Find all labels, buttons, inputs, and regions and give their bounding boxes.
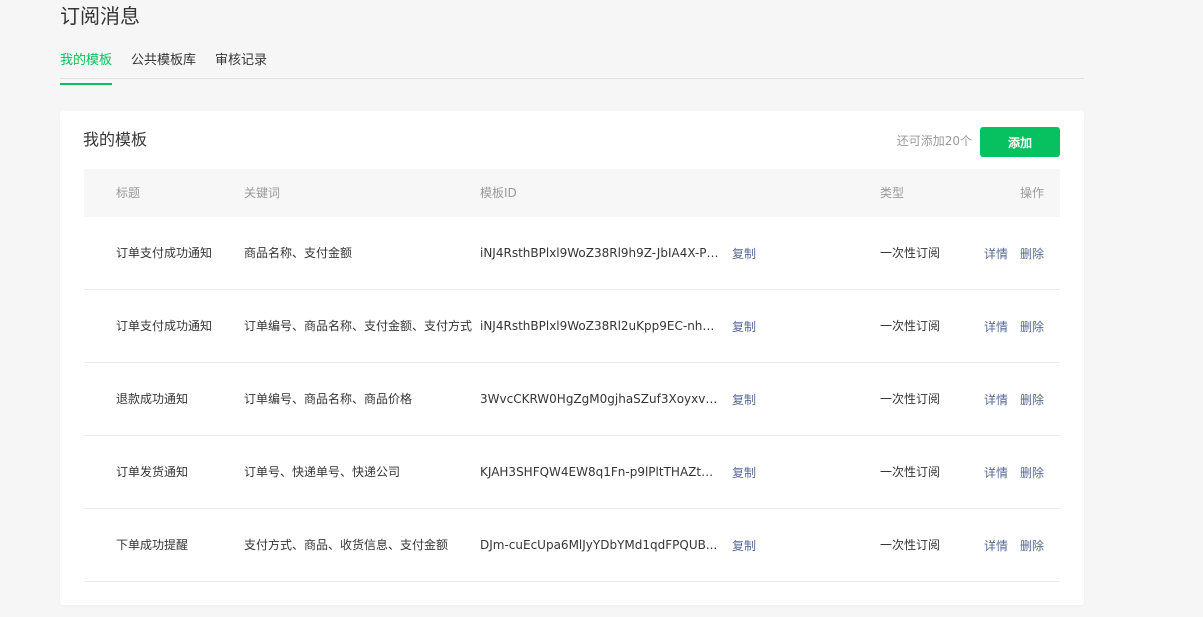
delete-link[interactable]: 删除 [1020,364,1044,436]
row-type: 一次性订阅 [880,319,941,333]
row-template-id: 3WvcCKRW0HgZgM0gjhaSZuf3XoyxvpJ... [480,392,720,406]
delete-link[interactable]: 删除 [1020,291,1044,363]
add-button[interactable]: 添加 [980,127,1060,157]
row-type: 一次性订阅 [880,538,941,552]
copy-link[interactable]: 复制 [732,510,756,582]
row-title: 下单成功提醒 [116,538,189,552]
table-row: 下单成功提醒 支付方式、商品、收货信息、支付金额 DJm-cuEcUpa6MlJ… [84,509,1060,582]
row-type: 一次性订阅 [880,246,941,260]
tab-bar: 我的模板 公共模板库 审核记录 [60,50,1084,85]
detail-link[interactable]: 详情 [984,510,1008,582]
header-actions: 操作 [1020,186,1045,200]
row-title: 退款成功通知 [116,392,189,406]
row-keywords: 订单编号、商品名称、商品价格 [244,392,413,406]
templates-table: 标题 关键词 模板ID 类型 操作 订单支付成功通知 商品名称、支付金额 iNJ… [84,169,1060,582]
row-template-id: KJAH3SHFQW4EW8q1Fn-p9lPltTHAZtE... [480,465,720,479]
table-row: 退款成功通知 订单编号、商品名称、商品价格 3WvcCKRW0HgZgM0gjh… [84,363,1060,436]
copy-link[interactable]: 复制 [732,364,756,436]
page-title: 订阅消息 [60,4,140,28]
table-row: 订单支付成功通知 订单编号、商品名称、支付金额、支付方式 iNJ4RsthBPl… [84,290,1060,363]
copy-link[interactable]: 复制 [732,218,756,290]
header-type: 类型 [880,186,905,200]
row-type: 一次性订阅 [880,392,941,406]
row-title: 订单发货通知 [116,465,189,479]
detail-link[interactable]: 详情 [984,218,1008,290]
detail-link[interactable]: 详情 [984,291,1008,363]
row-keywords: 支付方式、商品、收货信息、支付金额 [244,538,449,552]
table-row: 订单发货通知 订单号、快递单号、快递公司 KJAH3SHFQW4EW8q1Fn-… [84,436,1060,509]
detail-link[interactable]: 详情 [984,437,1008,509]
row-title: 订单支付成功通知 [116,246,213,260]
delete-link[interactable]: 删除 [1020,437,1044,509]
row-keywords: 订单编号、商品名称、支付金额、支付方式 [244,319,473,333]
delete-link[interactable]: 删除 [1020,510,1044,582]
header-template-id: 模板ID [480,186,517,200]
row-type: 一次性订阅 [880,465,941,479]
row-keywords: 商品名称、支付金额 [244,246,353,260]
row-template-id: iNJ4RsthBPlxl9WoZ38Rl2uKpp9EC-nhz3... [480,319,720,333]
card-title: 我的模板 [83,130,148,149]
copy-link[interactable]: 复制 [732,437,756,509]
header-title: 标题 [116,186,141,200]
delete-link[interactable]: 删除 [1020,218,1044,290]
table-row: 订单支付成功通知 商品名称、支付金额 iNJ4RsthBPlxl9WoZ38Rl… [84,217,1060,290]
row-template-id: iNJ4RsthBPlxl9WoZ38Rl9h9Z-JbIA4X-P5... [480,246,720,260]
header-keywords: 关键词 [244,186,281,200]
tab-my-templates[interactable]: 我的模板 [60,50,113,85]
row-title: 订单支付成功通知 [116,319,213,333]
row-template-id: DJm-cuEcUpa6MlJyYDbYMd1qdFPQUB... [480,538,718,552]
detail-link[interactable]: 详情 [984,364,1008,436]
tab-review-records[interactable]: 审核记录 [215,50,267,78]
remaining-count: 还可添加20个 [896,134,972,148]
templates-card: 我的模板 还可添加20个 添加 标题 关键词 模板ID 类型 操作 订单支付成功… [60,111,1084,605]
tab-public-library[interactable]: 公共模板库 [131,50,196,78]
row-keywords: 订单号、快递单号、快递公司 [244,465,401,479]
table-header: 标题 关键词 模板ID 类型 操作 [84,169,1060,217]
copy-link[interactable]: 复制 [732,291,756,363]
